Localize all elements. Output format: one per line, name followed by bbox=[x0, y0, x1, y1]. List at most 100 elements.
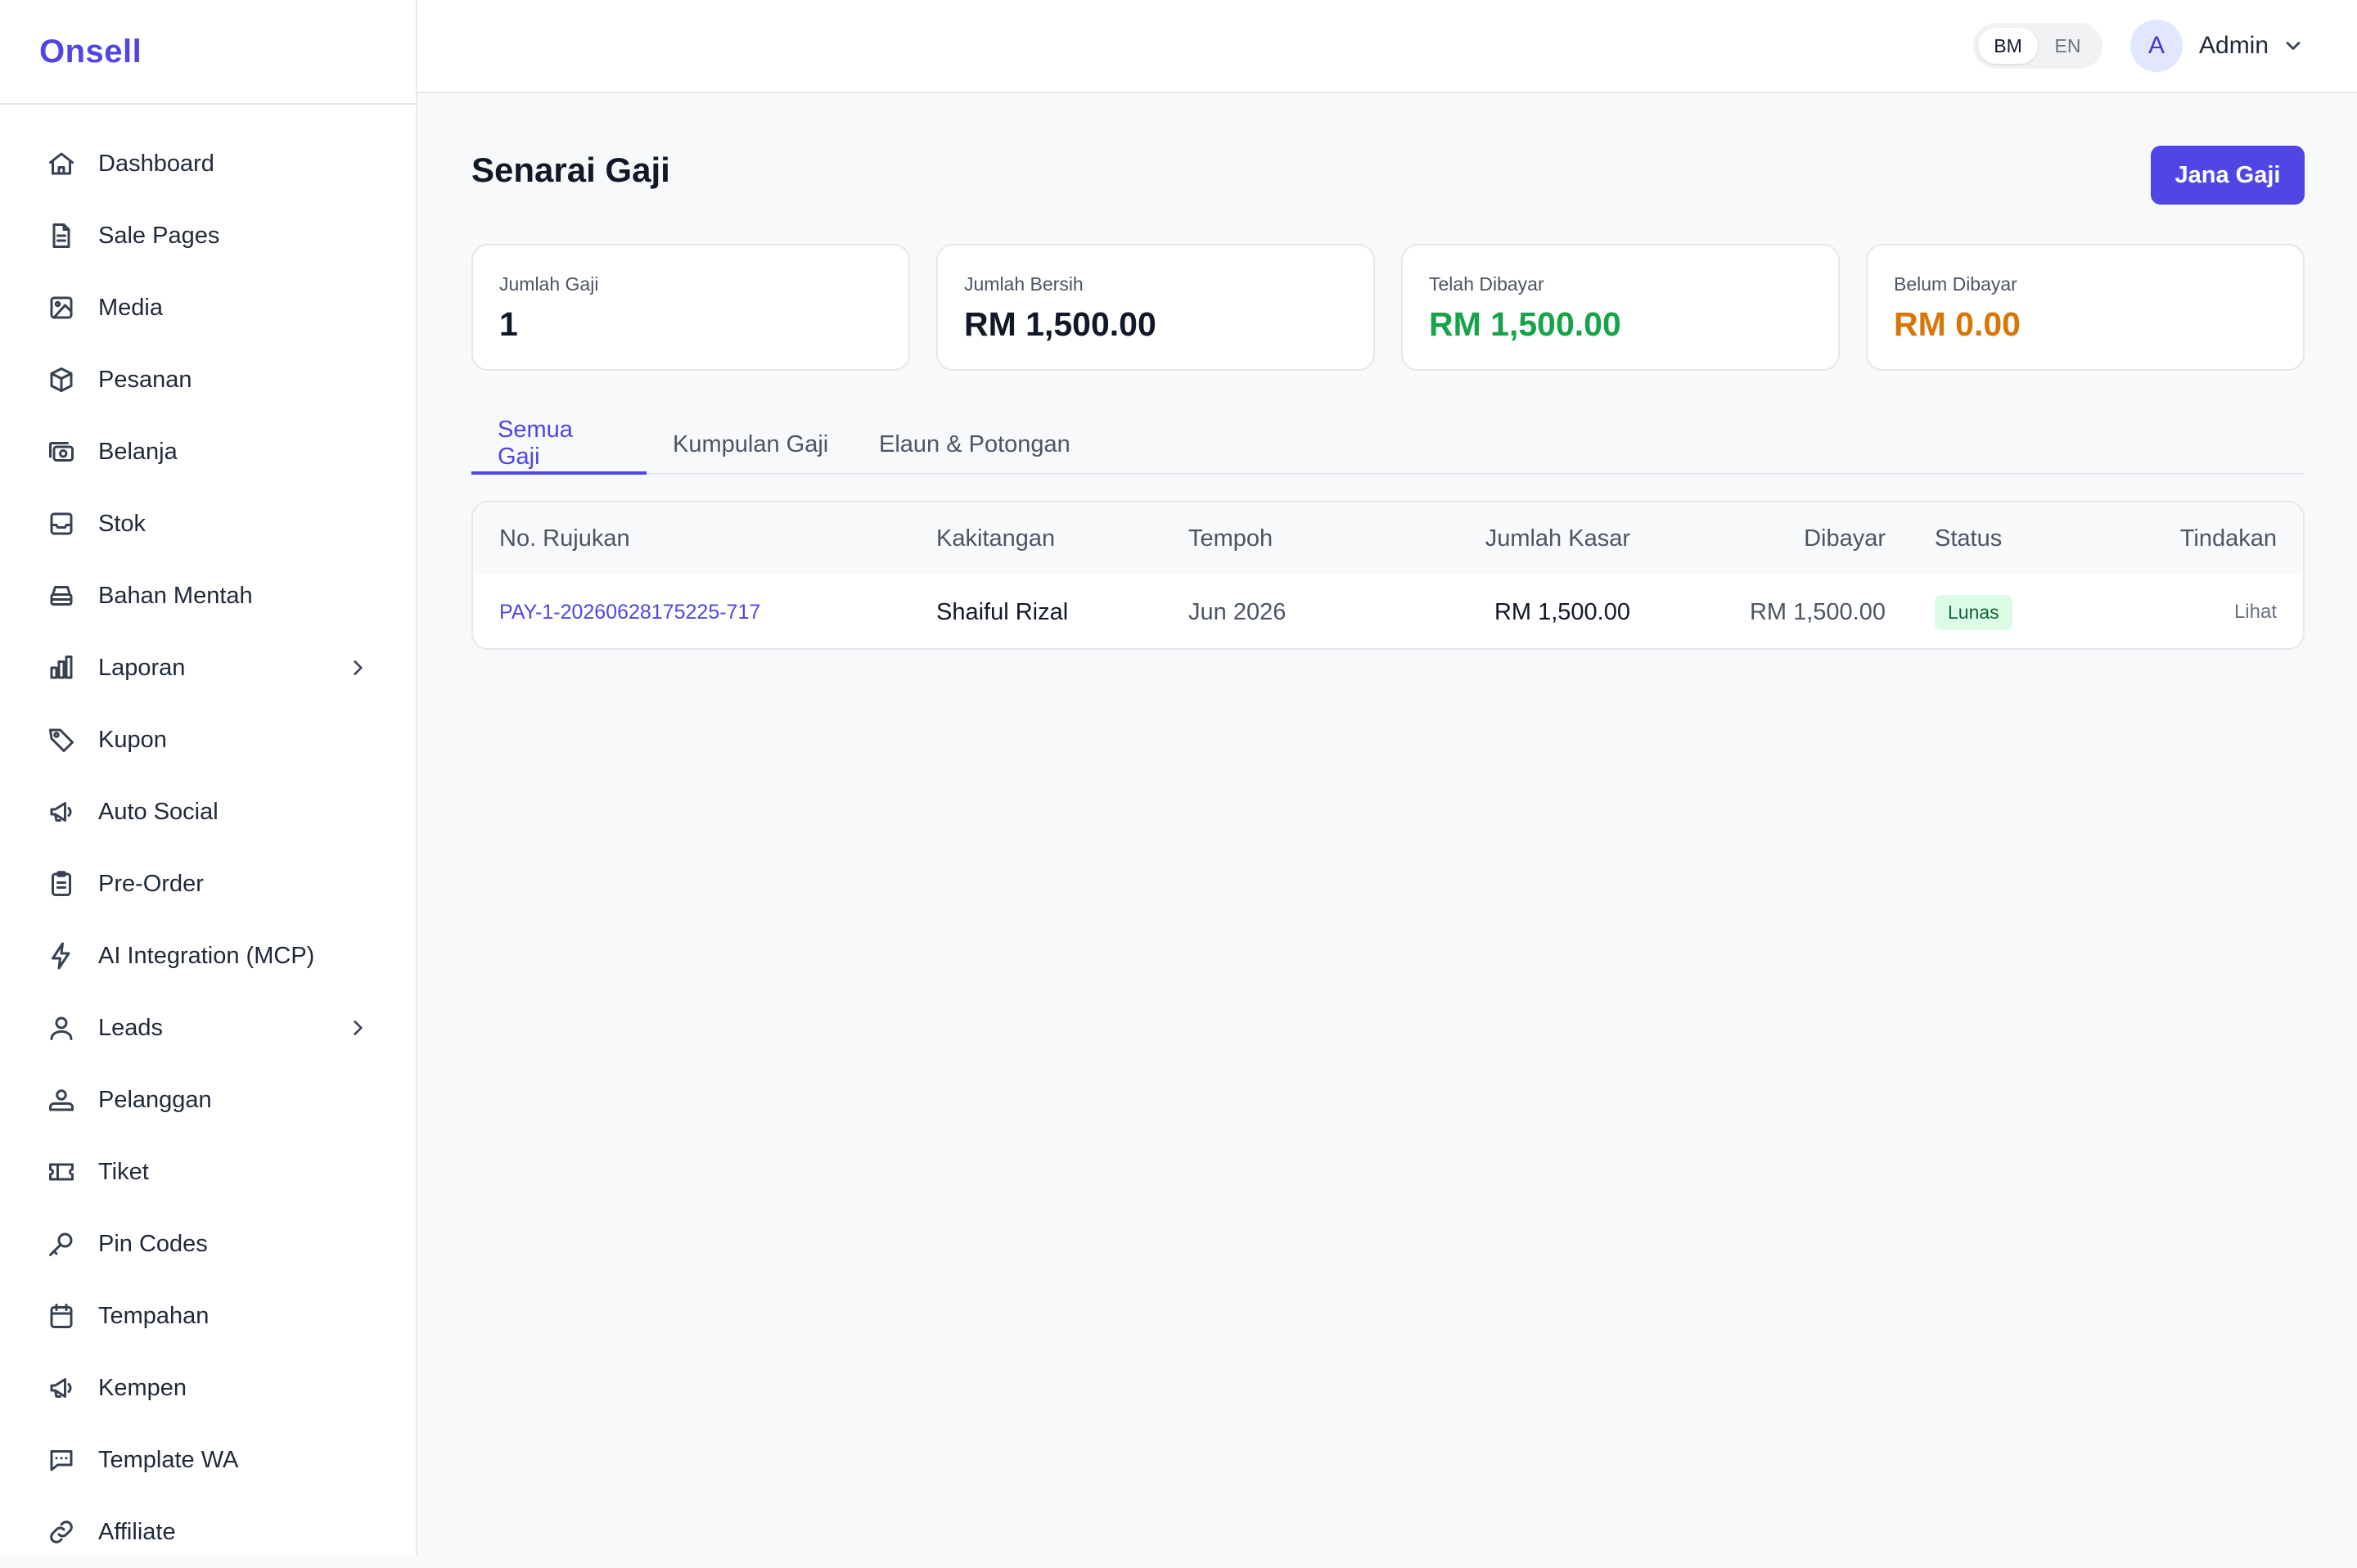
page-title: Senarai Gaji bbox=[471, 151, 670, 189]
tag-icon bbox=[46, 724, 77, 755]
stat-value: RM 0.00 bbox=[1894, 305, 2021, 343]
user-name: Admin bbox=[2199, 32, 2269, 59]
sidebar-nav: Dashboard Sale Pages Media Pesanan Belan… bbox=[0, 128, 416, 1568]
stat-label: Telah Dibayar bbox=[1429, 273, 1544, 295]
image-icon bbox=[46, 292, 77, 323]
sidebar-item-label: Laporan bbox=[98, 654, 186, 681]
megaphone-icon bbox=[46, 1372, 77, 1404]
stat-label: Jumlah Bersih bbox=[964, 273, 1084, 295]
clipboard-icon bbox=[46, 868, 77, 899]
payroll-table: No. Rujukan Kakitangan Tempoh Jumlah Kas… bbox=[471, 501, 2305, 650]
sidebar-item-label: Tiket bbox=[98, 1158, 149, 1185]
users-icon bbox=[46, 1084, 77, 1115]
sidebar-item-label: Dashboard bbox=[98, 150, 214, 177]
sidebar-item-label: Pesanan bbox=[98, 366, 192, 393]
sidebar-item-label: Kempen bbox=[98, 1374, 187, 1401]
ticket-icon bbox=[46, 1156, 77, 1187]
sidebar-item-belanja[interactable]: Belanja bbox=[0, 416, 416, 488]
cash-icon bbox=[46, 436, 77, 467]
paid-amount: RM 1,500.00 bbox=[1749, 598, 1886, 625]
bolt-icon bbox=[46, 940, 77, 971]
stat-card-unpaid: Belum Dibayar RM 0.00 bbox=[1866, 244, 2305, 371]
home-icon bbox=[46, 148, 77, 179]
generate-payroll-button[interactable]: Jana Gaji bbox=[2151, 146, 2305, 205]
tab-semua-gaji[interactable]: Semua Gaji bbox=[471, 416, 647, 475]
language-en-button[interactable]: EN bbox=[2038, 28, 2098, 64]
sidebar-item-label: Affiliate bbox=[98, 1518, 176, 1545]
column-header: No. Rujukan bbox=[499, 525, 630, 552]
sidebar-item-label: Belanja bbox=[98, 438, 178, 465]
sidebar-item-stok[interactable]: Stok bbox=[0, 488, 416, 560]
sidebar-item-pre-order[interactable]: Pre-Order bbox=[0, 848, 416, 920]
archive-icon bbox=[46, 580, 77, 611]
sidebar-item-label: Leads bbox=[98, 1014, 164, 1041]
chevron-right-icon[interactable] bbox=[347, 657, 368, 678]
sidebar-item-pelanggan[interactable]: Pelanggan bbox=[0, 1064, 416, 1136]
sidebar-item-ai-integration[interactable]: AI Integration (MCP) bbox=[0, 920, 416, 992]
language-bm-button[interactable]: BM bbox=[1978, 28, 2038, 64]
stat-value: RM 1,500.00 bbox=[1429, 305, 1621, 343]
inbox-icon bbox=[46, 508, 77, 539]
stat-card-paid: Telah Dibayar RM 1,500.00 bbox=[1401, 244, 1840, 371]
link-icon bbox=[46, 1516, 77, 1548]
period: Jun 2026 bbox=[1188, 598, 1287, 625]
chevron-down-icon bbox=[2282, 34, 2305, 57]
user-menu[interactable]: A Admin bbox=[2130, 20, 2305, 72]
sidebar-item-leads[interactable]: Leads bbox=[0, 992, 416, 1064]
sidebar-item-kempen[interactable]: Kempen bbox=[0, 1352, 416, 1424]
sidebar-item-auto-social[interactable]: Auto Social bbox=[0, 776, 416, 848]
topbar: BM EN A Admin bbox=[417, 0, 2357, 93]
sidebar-item-label: Tempahan bbox=[98, 1302, 210, 1329]
user-icon bbox=[46, 1012, 77, 1043]
megaphone-icon bbox=[46, 796, 77, 827]
stat-card-total-payroll: Jumlah Gaji 1 bbox=[471, 244, 910, 371]
chevron-right-icon[interactable] bbox=[347, 1017, 368, 1039]
calendar-icon bbox=[46, 1300, 77, 1331]
brand: Onsell bbox=[0, 0, 416, 105]
brand-logo[interactable]: Onsell bbox=[39, 34, 142, 70]
stat-value: 1 bbox=[499, 305, 518, 343]
key-icon bbox=[46, 1228, 77, 1259]
sidebar-item-dashboard[interactable]: Dashboard bbox=[0, 128, 416, 200]
column-header: Status bbox=[1935, 525, 2003, 552]
sidebar-item-bahan-mentah[interactable]: Bahan Mentah bbox=[0, 560, 416, 632]
sidebar-item-label: Auto Social bbox=[98, 798, 219, 825]
sidebar-item-label: Media bbox=[98, 294, 163, 321]
sidebar-item-sale-pages[interactable]: Sale Pages bbox=[0, 200, 416, 272]
sidebar-item-kupon[interactable]: Kupon bbox=[0, 704, 416, 776]
column-header: Tempoh bbox=[1188, 525, 1273, 552]
sidebar-item-tempahan[interactable]: Tempahan bbox=[0, 1280, 416, 1352]
sidebar-item-affiliate[interactable]: Affiliate bbox=[0, 1496, 416, 1568]
box-icon bbox=[46, 364, 77, 395]
tab-elaun-potongan[interactable]: Elaun & Potongan bbox=[853, 416, 1097, 473]
gross-amount: RM 1,500.00 bbox=[1494, 598, 1630, 625]
tab-bar: Semua Gaji Kumpulan Gaji Elaun & Potonga… bbox=[471, 416, 2305, 475]
stat-card-net-total: Jumlah Bersih RM 1,500.00 bbox=[936, 244, 1375, 371]
table-row: PAY-1-20260628175225-717 Shaiful Rizal J… bbox=[473, 574, 2303, 648]
view-link[interactable]: Lihat bbox=[2234, 574, 2277, 648]
status-cell: Lunas bbox=[1935, 574, 2012, 648]
reference-link[interactable]: PAY-1-20260628175225-717 bbox=[499, 574, 760, 648]
sidebar-item-label: Pin Codes bbox=[98, 1230, 208, 1257]
stat-label: Belum Dibayar bbox=[1894, 273, 2017, 295]
stat-value: RM 1,500.00 bbox=[964, 305, 1156, 343]
sidebar-item-tiket[interactable]: Tiket bbox=[0, 1136, 416, 1208]
sidebar-item-laporan[interactable]: Laporan bbox=[0, 632, 416, 704]
sidebar-item-label: AI Integration (MCP) bbox=[98, 942, 315, 969]
avatar: A bbox=[2130, 20, 2183, 72]
table-header: No. Rujukan Kakitangan Tempoh Jumlah Kas… bbox=[473, 502, 2303, 574]
sidebar-item-label: Pelanggan bbox=[98, 1086, 212, 1113]
sidebar-item-label: Sale Pages bbox=[98, 222, 220, 249]
sidebar-item-media[interactable]: Media bbox=[0, 272, 416, 344]
sidebar-item-label: Bahan Mentah bbox=[98, 582, 253, 609]
sidebar-item-label: Template WA bbox=[98, 1446, 239, 1473]
status-badge: Lunas bbox=[1935, 594, 2012, 630]
sidebar-item-pesanan[interactable]: Pesanan bbox=[0, 344, 416, 416]
bar-chart-icon bbox=[46, 652, 77, 683]
tab-kumpulan-gaji[interactable]: Kumpulan Gaji bbox=[647, 416, 854, 473]
employee-name: Shaiful Rizal bbox=[936, 598, 1069, 625]
column-header: Jumlah Kasar bbox=[1485, 525, 1630, 552]
sidebar-item-template-wa[interactable]: Template WA bbox=[0, 1424, 416, 1496]
sidebar-item-label: Kupon bbox=[98, 726, 167, 753]
sidebar-item-pin-codes[interactable]: Pin Codes bbox=[0, 1208, 416, 1280]
